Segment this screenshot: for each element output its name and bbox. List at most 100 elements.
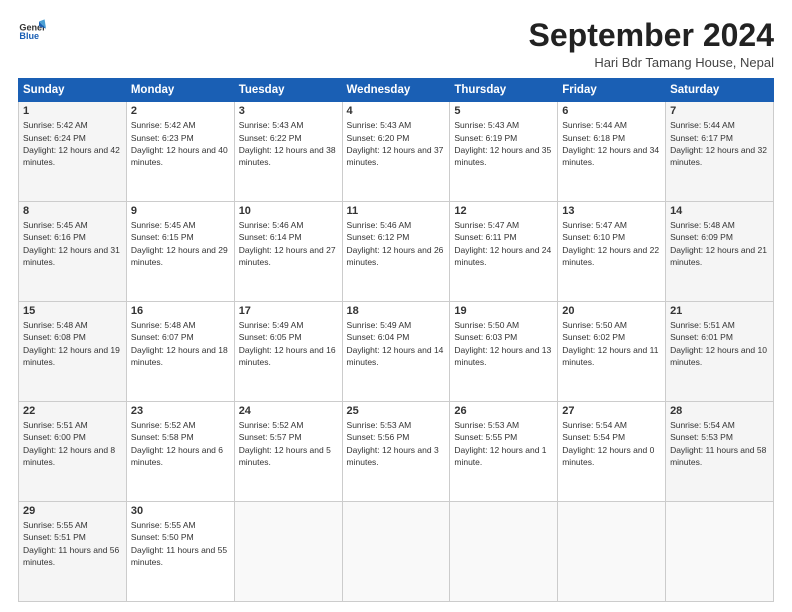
day-number: 23 [131, 405, 230, 417]
day-number: 24 [239, 405, 338, 417]
day-info: Sunrise: 5:44 AM Sunset: 6:18 PM Dayligh… [562, 119, 661, 168]
calendar-cell: 15 Sunrise: 5:48 AM Sunset: 6:08 PM Dayl… [19, 302, 127, 402]
day-number: 1 [23, 105, 122, 117]
col-thursday: Thursday [450, 79, 558, 102]
day-number: 18 [347, 305, 446, 317]
calendar-cell: 4 Sunrise: 5:43 AM Sunset: 6:20 PM Dayli… [342, 102, 450, 202]
day-number: 26 [454, 405, 553, 417]
day-info: Sunrise: 5:51 AM Sunset: 6:01 PM Dayligh… [670, 319, 769, 368]
day-info: Sunrise: 5:48 AM Sunset: 6:09 PM Dayligh… [670, 219, 769, 268]
title-area: September 2024 Hari Bdr Tamang House, Ne… [529, 18, 774, 70]
col-sunday: Sunday [19, 79, 127, 102]
calendar-cell: 7 Sunrise: 5:44 AM Sunset: 6:17 PM Dayli… [666, 102, 774, 202]
calendar-cell [558, 502, 666, 602]
day-number: 30 [131, 505, 230, 517]
calendar-cell: 20 Sunrise: 5:50 AM Sunset: 6:02 PM Dayl… [558, 302, 666, 402]
calendar-cell: 18 Sunrise: 5:49 AM Sunset: 6:04 PM Dayl… [342, 302, 450, 402]
day-number: 11 [347, 205, 446, 217]
day-number: 15 [23, 305, 122, 317]
calendar-cell: 14 Sunrise: 5:48 AM Sunset: 6:09 PM Dayl… [666, 202, 774, 302]
day-number: 27 [562, 405, 661, 417]
day-info: Sunrise: 5:46 AM Sunset: 6:12 PM Dayligh… [347, 219, 446, 268]
day-number: 29 [23, 505, 122, 517]
calendar-cell: 13 Sunrise: 5:47 AM Sunset: 6:10 PM Dayl… [558, 202, 666, 302]
day-number: 14 [670, 205, 769, 217]
day-info: Sunrise: 5:43 AM Sunset: 6:20 PM Dayligh… [347, 119, 446, 168]
calendar-cell: 24 Sunrise: 5:52 AM Sunset: 5:57 PM Dayl… [234, 402, 342, 502]
calendar-row-2: 8 Sunrise: 5:45 AM Sunset: 6:16 PM Dayli… [19, 202, 774, 302]
month-title: September 2024 [529, 18, 774, 53]
day-info: Sunrise: 5:43 AM Sunset: 6:22 PM Dayligh… [239, 119, 338, 168]
day-info: Sunrise: 5:52 AM Sunset: 5:57 PM Dayligh… [239, 419, 338, 468]
calendar-row-4: 22 Sunrise: 5:51 AM Sunset: 6:00 PM Dayl… [19, 402, 774, 502]
day-info: Sunrise: 5:45 AM Sunset: 6:15 PM Dayligh… [131, 219, 230, 268]
day-info: Sunrise: 5:53 AM Sunset: 5:56 PM Dayligh… [347, 419, 446, 468]
day-info: Sunrise: 5:42 AM Sunset: 6:23 PM Dayligh… [131, 119, 230, 168]
calendar-cell: 9 Sunrise: 5:45 AM Sunset: 6:15 PM Dayli… [126, 202, 234, 302]
day-info: Sunrise: 5:42 AM Sunset: 6:24 PM Dayligh… [23, 119, 122, 168]
day-number: 4 [347, 105, 446, 117]
day-info: Sunrise: 5:48 AM Sunset: 6:08 PM Dayligh… [23, 319, 122, 368]
logo-icon: General Blue [18, 18, 46, 46]
day-number: 2 [131, 105, 230, 117]
day-info: Sunrise: 5:47 AM Sunset: 6:10 PM Dayligh… [562, 219, 661, 268]
col-monday: Monday [126, 79, 234, 102]
day-info: Sunrise: 5:46 AM Sunset: 6:14 PM Dayligh… [239, 219, 338, 268]
calendar-cell: 10 Sunrise: 5:46 AM Sunset: 6:14 PM Dayl… [234, 202, 342, 302]
day-number: 17 [239, 305, 338, 317]
calendar-cell: 12 Sunrise: 5:47 AM Sunset: 6:11 PM Dayl… [450, 202, 558, 302]
calendar-cell: 6 Sunrise: 5:44 AM Sunset: 6:18 PM Dayli… [558, 102, 666, 202]
calendar-cell: 29 Sunrise: 5:55 AM Sunset: 5:51 PM Dayl… [19, 502, 127, 602]
calendar-cell: 21 Sunrise: 5:51 AM Sunset: 6:01 PM Dayl… [666, 302, 774, 402]
svg-text:Blue: Blue [19, 31, 39, 41]
col-friday: Friday [558, 79, 666, 102]
calendar-cell: 1 Sunrise: 5:42 AM Sunset: 6:24 PM Dayli… [19, 102, 127, 202]
day-number: 12 [454, 205, 553, 217]
col-wednesday: Wednesday [342, 79, 450, 102]
day-info: Sunrise: 5:49 AM Sunset: 6:04 PM Dayligh… [347, 319, 446, 368]
day-number: 10 [239, 205, 338, 217]
calendar-cell [234, 502, 342, 602]
day-number: 19 [454, 305, 553, 317]
calendar-cell [342, 502, 450, 602]
day-info: Sunrise: 5:45 AM Sunset: 6:16 PM Dayligh… [23, 219, 122, 268]
calendar-cell: 2 Sunrise: 5:42 AM Sunset: 6:23 PM Dayli… [126, 102, 234, 202]
calendar-header-row: Sunday Monday Tuesday Wednesday Thursday… [19, 79, 774, 102]
calendar-cell: 5 Sunrise: 5:43 AM Sunset: 6:19 PM Dayli… [450, 102, 558, 202]
day-info: Sunrise: 5:49 AM Sunset: 6:05 PM Dayligh… [239, 319, 338, 368]
day-number: 8 [23, 205, 122, 217]
calendar-row-5: 29 Sunrise: 5:55 AM Sunset: 5:51 PM Dayl… [19, 502, 774, 602]
day-info: Sunrise: 5:55 AM Sunset: 5:50 PM Dayligh… [131, 519, 230, 568]
day-info: Sunrise: 5:55 AM Sunset: 5:51 PM Dayligh… [23, 519, 122, 568]
day-number: 6 [562, 105, 661, 117]
day-number: 5 [454, 105, 553, 117]
day-number: 25 [347, 405, 446, 417]
calendar: Sunday Monday Tuesday Wednesday Thursday… [18, 78, 774, 602]
header: General Blue September 2024 Hari Bdr Tam… [18, 18, 774, 70]
day-info: Sunrise: 5:47 AM Sunset: 6:11 PM Dayligh… [454, 219, 553, 268]
day-number: 20 [562, 305, 661, 317]
day-info: Sunrise: 5:54 AM Sunset: 5:53 PM Dayligh… [670, 419, 769, 468]
day-number: 21 [670, 305, 769, 317]
calendar-cell: 26 Sunrise: 5:53 AM Sunset: 5:55 PM Dayl… [450, 402, 558, 502]
day-info: Sunrise: 5:44 AM Sunset: 6:17 PM Dayligh… [670, 119, 769, 168]
calendar-cell: 22 Sunrise: 5:51 AM Sunset: 6:00 PM Dayl… [19, 402, 127, 502]
day-info: Sunrise: 5:48 AM Sunset: 6:07 PM Dayligh… [131, 319, 230, 368]
calendar-cell: 3 Sunrise: 5:43 AM Sunset: 6:22 PM Dayli… [234, 102, 342, 202]
calendar-cell: 30 Sunrise: 5:55 AM Sunset: 5:50 PM Dayl… [126, 502, 234, 602]
col-saturday: Saturday [666, 79, 774, 102]
day-info: Sunrise: 5:43 AM Sunset: 6:19 PM Dayligh… [454, 119, 553, 168]
day-info: Sunrise: 5:54 AM Sunset: 5:54 PM Dayligh… [562, 419, 661, 468]
day-number: 9 [131, 205, 230, 217]
calendar-cell: 23 Sunrise: 5:52 AM Sunset: 5:58 PM Dayl… [126, 402, 234, 502]
day-number: 22 [23, 405, 122, 417]
calendar-row-3: 15 Sunrise: 5:48 AM Sunset: 6:08 PM Dayl… [19, 302, 774, 402]
calendar-cell [666, 502, 774, 602]
day-number: 7 [670, 105, 769, 117]
day-number: 16 [131, 305, 230, 317]
day-info: Sunrise: 5:50 AM Sunset: 6:02 PM Dayligh… [562, 319, 661, 368]
calendar-cell: 11 Sunrise: 5:46 AM Sunset: 6:12 PM Dayl… [342, 202, 450, 302]
calendar-cell: 27 Sunrise: 5:54 AM Sunset: 5:54 PM Dayl… [558, 402, 666, 502]
day-number: 13 [562, 205, 661, 217]
day-info: Sunrise: 5:51 AM Sunset: 6:00 PM Dayligh… [23, 419, 122, 468]
